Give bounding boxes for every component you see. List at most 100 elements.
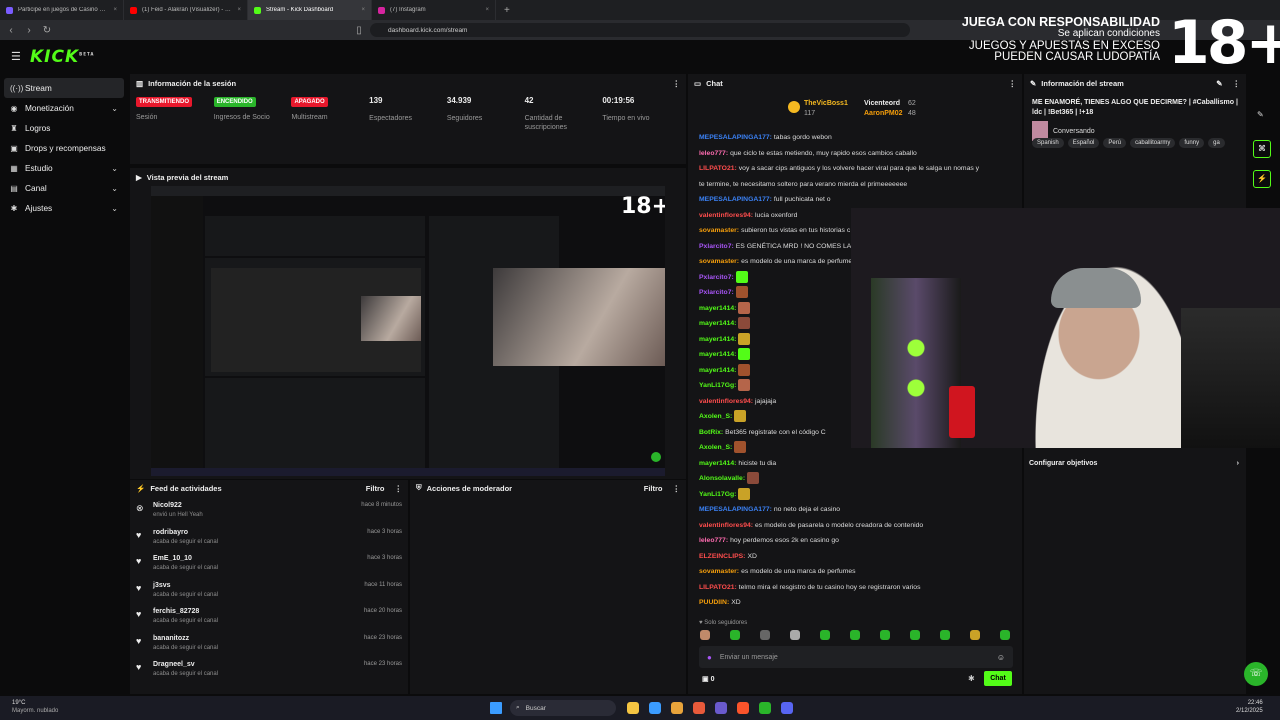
chat-username[interactable]: LILPATO21: [699,165,737,172]
chat-username[interactable]: MEPESALAPINGA177: [699,506,772,513]
widget-icon[interactable]: ⌘ [1253,140,1271,158]
tag-chip[interactable]: caballitoarmy [1130,138,1176,148]
chat-username[interactable]: mayer1414: [699,336,736,343]
emote-button[interactable] [880,630,890,640]
feed-username[interactable]: ferchis_82728 [153,608,218,615]
chat-username[interactable]: MEPESALAPINGA177: [699,196,772,203]
chat-username[interactable]: mayer1414: [699,460,736,467]
emote-button[interactable] [910,630,920,640]
browser-tab[interactable]: Participe en juegos de Casino en líne × [0,0,124,20]
chat-username[interactable]: Alonsolavalle: [699,475,745,482]
chat-message[interactable]: MEPESALAPINGA177: full puchicata net o [688,192,1022,208]
edit-icon[interactable]: ✎ [1216,79,1222,88]
tag-chip[interactable]: funny [1179,138,1205,148]
system-clock[interactable]: 22:46 2/12/2025 [1236,699,1263,715]
chat-username[interactable]: leleo777: [699,150,728,157]
tag-chip[interactable]: Español [1067,138,1100,148]
feed-item[interactable]: ♥ rodribayro acaba de seguir el canal hace … [130,529,408,556]
close-tab-icon[interactable]: × [113,7,117,13]
emote-button[interactable] [1000,630,1010,640]
chat-message[interactable]: YanLi17Gg: [688,487,1022,503]
bookmark-icon[interactable]: ▯ [354,25,364,36]
emote-button[interactable] [940,630,950,640]
feed-username[interactable]: j3svs [153,582,218,589]
chat-username[interactable]: sovamaster: [699,227,739,234]
browser-tab[interactable]: (7) Instagram × [372,0,496,20]
windows-start-icon[interactable] [490,702,502,714]
chat-message[interactable]: te termine, te necesitamo soltero para v… [688,177,1022,193]
chat-message[interactable]: leleo777: que ciclo te estas metiendo, mu… [688,146,1022,162]
emote-button[interactable] [790,630,800,640]
hamburger-menu-icon[interactable]: ☰ [11,50,21,63]
chat-username[interactable]: BotRix: [699,429,723,436]
edge-icon[interactable] [649,702,661,714]
reload-icon[interactable]: ↻ [42,25,52,36]
chat-username[interactable]: MEPESALAPINGA177: [699,134,772,141]
feed-filter-button[interactable]: Filtro [366,484,385,493]
sidebar-item-canal[interactable]: ▤ Canal ⌄ [0,178,128,198]
feed-username[interactable]: bananitozz [153,635,218,642]
close-tab-icon[interactable]: × [485,7,489,13]
emote-button[interactable] [850,630,860,640]
close-tab-icon[interactable]: × [237,7,241,13]
feed-item[interactable]: ♥ ferchis_82728 acaba de seguir el canal ha… [130,608,408,635]
category-name[interactable]: Conversando [1053,128,1095,135]
sidebar-item-stream[interactable]: ((·)) Stream [4,78,124,98]
feed-username[interactable]: Nicol922 [153,502,203,509]
chat-message[interactable]: valentinflores94: es modelo de pasarela o… [688,518,1022,534]
chat-message[interactable]: LILPATO21: telmo mira el resgistro de tu … [688,580,1022,596]
chat-username[interactable]: sovamaster: [699,258,739,265]
emote-button[interactable] [730,630,740,640]
mod-filter-button[interactable]: Filtro [644,484,663,493]
chat-input[interactable]: ● Enviar un mensaje ☺ [699,646,1013,668]
browser-tab[interactable]: Stream - Kick Dashboard × [248,0,372,20]
chat-username[interactable]: YanLi17Gg: [699,382,736,389]
new-tab-icon[interactable]: + [496,5,518,16]
chat-username[interactable]: Pxlarcito7: [699,274,734,281]
more-icon[interactable]: ⋮ [1233,79,1241,88]
tag-chip[interactable]: ga [1208,138,1225,148]
brave-icon[interactable] [737,702,749,714]
back-icon[interactable]: ‹ [6,25,16,36]
stream-preview-video[interactable]: 18+ [151,186,665,476]
configure-goals-row[interactable]: Configurar objetivos › [1029,460,1239,467]
feed-username[interactable]: rodribayro [153,529,218,536]
chat-send-button[interactable]: Chat [984,671,1012,686]
chat-message[interactable]: MEPESALAPINGA177: no neto deja el casino [688,502,1022,518]
chat-settings-icon[interactable]: ✱ [968,674,975,683]
chat-message[interactable]: MEPESALAPINGA177: tabas gordo webon [688,130,1022,146]
folder-icon[interactable] [671,702,683,714]
edit-rail-icon[interactable]: ✎ [1257,110,1264,119]
more-icon[interactable]: ⋮ [1009,79,1017,88]
channel-points[interactable]: ▣ 0 [702,675,714,683]
chat-username[interactable]: Pxlarcito7: [699,289,734,296]
chat-username[interactable]: PUUDIIN: [699,599,729,606]
chat-message[interactable]: ELZEINCLIPS: XD [688,549,1022,565]
chat-username[interactable]: valentinflores94: [699,522,753,529]
chat-username[interactable]: sovamaster: [699,568,739,575]
app-icon[interactable] [693,702,705,714]
chat-message[interactable]: sovamaster: es modelo de una marca de per… [688,564,1022,580]
chat-username[interactable]: Axolen_S: [699,444,732,451]
chat-username[interactable]: valentinflores94: [699,398,753,405]
chat-username[interactable]: mayer1414: [699,351,736,358]
sidebar-item-estudio[interactable]: ▦ Estudio ⌄ [0,158,128,178]
teams-icon[interactable] [715,702,727,714]
sidebar-item-monetización[interactable]: ◉ Monetización ⌄ [0,98,128,118]
feed-item[interactable]: ♥ bananitozz acaba de seguir el canal hace … [130,635,408,662]
chat-username[interactable]: ELZEINCLIPS: [699,553,745,560]
chat-username[interactable]: valentinflores94: [699,212,753,219]
chat-username[interactable]: Pxlarcito7: [699,243,734,250]
emote-button[interactable] [760,630,770,640]
chrome-icon[interactable] [759,702,771,714]
mic-icon[interactable]: ● [707,653,712,662]
tag-chip[interactable]: Spanish [1032,138,1064,148]
chat-username[interactable]: LILPATO21: [699,584,737,591]
feed-item[interactable]: ♥ Dragneel_sv acaba de seguir el canal hace… [130,661,408,688]
chat-username[interactable]: leleo777: [699,537,728,544]
chat-username[interactable]: Axolen_S: [699,413,732,420]
more-icon[interactable]: ⋮ [395,484,403,493]
emote-button[interactable] [700,630,710,640]
emote-button[interactable] [970,630,980,640]
top-gifter-1[interactable]: TheVicBoss1 [804,100,848,107]
